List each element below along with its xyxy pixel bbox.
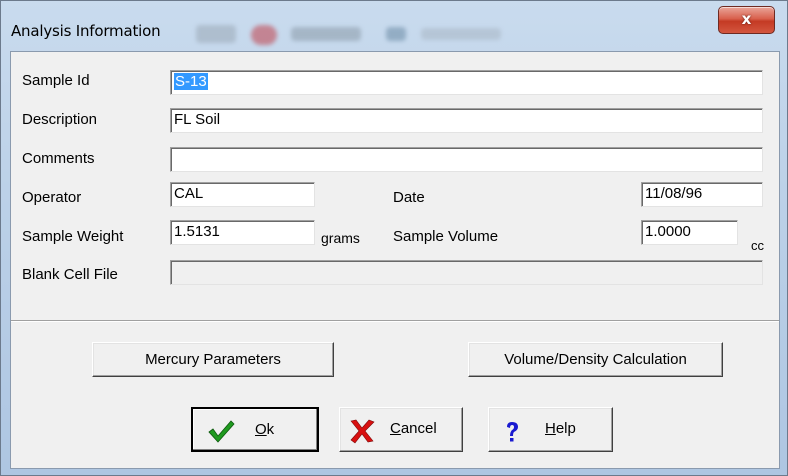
checkmark-icon (208, 420, 235, 443)
background-blur (291, 27, 361, 41)
operator-label: Operator (22, 189, 82, 206)
ok-mnemonic: O (255, 421, 267, 438)
mercury-parameters-label: Mercury Parameters (145, 351, 281, 368)
sample-weight-unit: grams (321, 230, 360, 246)
cancel-button[interactable]: Cancel (339, 407, 463, 452)
volume-density-calculation-button[interactable]: Volume/Density Calculation (468, 342, 723, 377)
blank-cell-file-field (170, 260, 763, 285)
date-field[interactable]: 11/08/96 (641, 182, 763, 207)
window-title: Analysis Information (11, 22, 161, 40)
analysis-information-window: Analysis Information x Sample Id S-13 De… (0, 0, 788, 476)
sample-id-value: S-13 (174, 73, 208, 90)
sample-id-label: Sample Id (22, 72, 90, 89)
ok-button[interactable]: Ok (191, 407, 319, 452)
sample-weight-label: Sample Weight (22, 228, 124, 245)
operator-field[interactable]: CAL (170, 182, 315, 207)
mercury-parameters-button[interactable]: Mercury Parameters (92, 342, 334, 377)
question-mark-icon (507, 422, 518, 442)
sample-id-field[interactable]: S-13 (170, 70, 763, 95)
ok-label-rest: k (266, 421, 275, 438)
cancel-label-rest: ancel (400, 420, 437, 437)
sample-weight-field[interactable]: 1.5131 (170, 220, 315, 245)
help-mnemonic: H (545, 420, 556, 437)
description-label: Description (22, 111, 98, 128)
volume-density-calculation-label: Volume/Density Calculation (504, 351, 687, 368)
sample-volume-field[interactable]: 1.0000 (641, 220, 738, 245)
close-icon: x (741, 10, 752, 28)
cross-icon (350, 419, 375, 444)
sample-volume-unit: cc (751, 238, 764, 253)
comments-field[interactable] (170, 147, 763, 172)
comments-label: Comments (22, 150, 95, 167)
close-button[interactable]: x (718, 6, 775, 34)
background-blur (251, 25, 277, 45)
help-label-rest: elp (555, 420, 576, 437)
help-button[interactable]: Help (488, 407, 613, 452)
dialog-body: Sample Id S-13 Description FL Soil Comme… (10, 51, 780, 469)
background-blur (421, 28, 501, 40)
separator-line (11, 320, 779, 322)
background-blur (196, 25, 236, 43)
title-bar[interactable]: Analysis Information x (1, 1, 787, 49)
blank-cell-file-label: Blank Cell File (22, 266, 118, 283)
description-field[interactable]: FL Soil (170, 108, 763, 133)
sample-volume-label: Sample Volume (393, 228, 499, 245)
date-label: Date (393, 189, 425, 206)
cancel-mnemonic: C (390, 420, 401, 437)
background-blur (386, 27, 406, 41)
